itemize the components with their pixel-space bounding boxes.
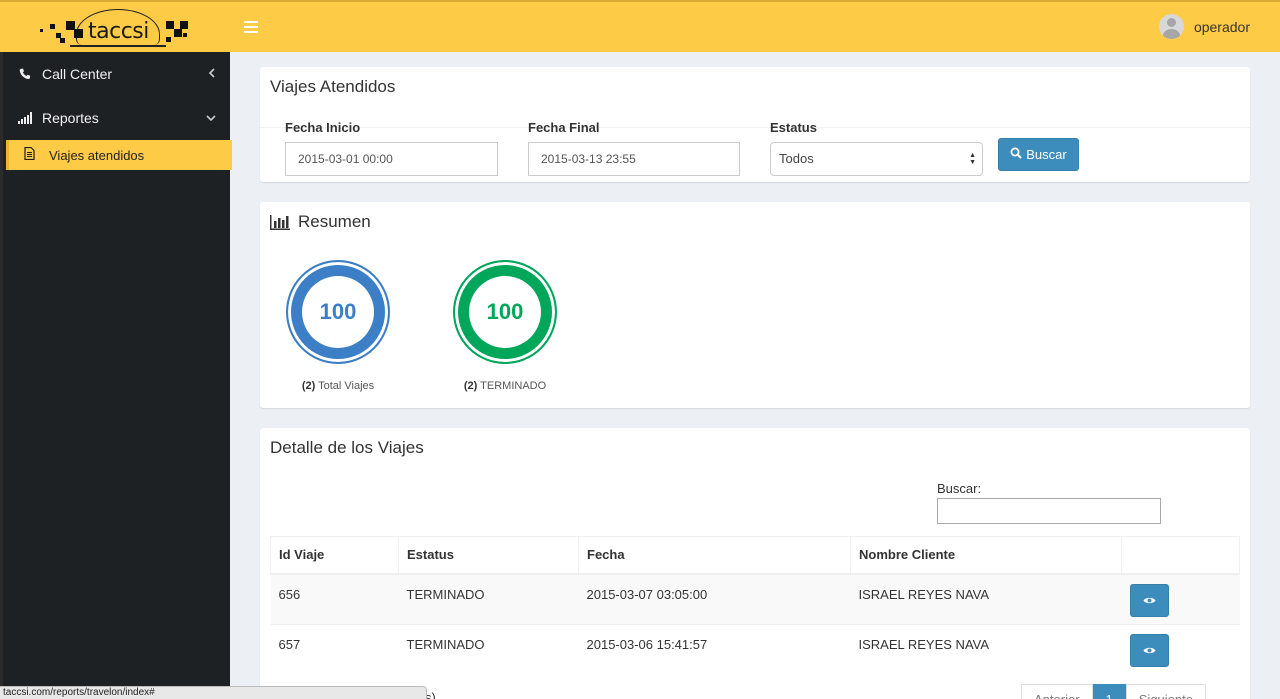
panel-title: Detalle de los Viajes: [270, 438, 424, 457]
sidebar-subitem-label: Viajes atendidos: [49, 147, 145, 163]
sidebar-item-label: Reportes: [42, 110, 99, 126]
trip-id-cell: 657: [270, 624, 399, 676]
search-button[interactable]: Buscar: [998, 138, 1079, 171]
pagination-previous[interactable]: Anterior: [1021, 684, 1093, 699]
gauge-value: 100: [469, 276, 541, 348]
trip-status-cell: TERMINADO: [398, 573, 579, 625]
finished-trips-gauge: 100: [453, 260, 557, 364]
chevron-left-icon: [208, 67, 216, 81]
gauge-value: 100: [302, 276, 374, 348]
gauge-caption: (2) Total Viajes: [301, 380, 375, 392]
column-header: [1121, 536, 1240, 575]
panel-title: Viajes Atendidos: [270, 77, 396, 96]
eye-icon: [1143, 647, 1155, 654]
sidebar-item-viajes-atendidos[interactable]: Viajes atendidos: [6, 140, 232, 170]
table-search-label: Buscar:: [937, 481, 982, 496]
end-date-label: Fecha Final: [528, 120, 600, 135]
pagination-page[interactable]: 1: [1092, 684, 1126, 699]
trip-status-cell: TERMINADO: [398, 624, 579, 676]
trip-client-cell: ISRAEL REYES NAVA: [850, 573, 1122, 625]
avatar: [1158, 14, 1184, 39]
sidebar-item-call-center[interactable]: Call Center: [3, 52, 230, 96]
taccsi-logo[interactable]: taccsi: [0, 2, 230, 52]
status-label: Estatus: [770, 120, 817, 135]
pagination-next[interactable]: Siguiente: [1125, 684, 1206, 699]
document-icon: [24, 146, 40, 163]
trip-date-cell: 2015-03-07 03:05:00: [578, 573, 851, 625]
bar-chart-icon: [270, 215, 290, 230]
gauge-caption: (2) TERMINADO: [463, 380, 547, 392]
user-menu[interactable]: operador: [1158, 14, 1250, 39]
trip-date-cell: 2015-03-06 15:41:57: [578, 624, 851, 676]
filters-panel: Viajes Atendidos Fecha Inicio 2015-03-01…: [260, 67, 1250, 182]
total-trips-gauge: 100: [286, 260, 390, 364]
eye-icon: [1143, 597, 1155, 603]
sidebar-item-reportes[interactable]: Reportes: [3, 96, 230, 140]
pagination: Anterior 1 Siguiente: [1021, 684, 1206, 699]
status-select[interactable]: Todos ▲ ▼: [770, 142, 983, 176]
phone-icon: [17, 66, 33, 82]
end-date-input[interactable]: 2015-03-13 23:55: [528, 142, 740, 176]
start-date-label: Fecha Inicio: [285, 120, 361, 135]
search-button-label: Buscar: [1026, 147, 1067, 162]
table-row: 657 TERMINADO 2015-03-06 15:41:57 ISRAEL…: [270, 624, 1240, 676]
sidebar-item-label: Call Center: [42, 66, 113, 82]
user-name: operador: [1193, 18, 1250, 35]
status-select-value: Todos: [779, 151, 814, 166]
table-search-input[interactable]: [937, 498, 1161, 524]
trips-detail-panel: Detalle de los Viajes Buscar: Id Viaje E…: [260, 428, 1250, 699]
trip-client-cell: ISRAEL REYES NAVA: [850, 624, 1122, 676]
table-header-row: Id Viaje Estatus Fecha Nombre Cliente: [270, 536, 1240, 575]
browser-status-url: taccsi.com/reports/travelon/index#: [0, 686, 427, 699]
table-row: 656 TERMINADO 2015-03-07 03:05:00 ISRAEL…: [270, 573, 1240, 625]
column-header[interactable]: Nombre Cliente: [850, 536, 1122, 575]
top-navbar: taccsi operador: [0, 0, 1280, 52]
column-header[interactable]: Fecha: [578, 536, 851, 575]
logo-text: taccsi: [88, 19, 149, 44]
view-trip-button[interactable]: [1129, 583, 1169, 617]
view-trip-button[interactable]: [1129, 634, 1169, 667]
panel-title: Resumen: [298, 212, 371, 231]
search-icon: [1010, 147, 1022, 162]
menu-toggle-icon[interactable]: [244, 21, 258, 33]
start-date-input[interactable]: 2015-03-01 00:00: [285, 142, 498, 176]
column-header[interactable]: Estatus: [398, 536, 579, 575]
chevron-down-icon: [206, 111, 216, 125]
trip-id-cell: 656: [270, 573, 399, 625]
signal-bars-icon: [17, 110, 33, 126]
trips-table: Id Viaje Estatus Fecha Nombre Cliente 65…: [270, 536, 1240, 676]
select-arrows-icon: ▲ ▼: [969, 152, 976, 166]
summary-panel: Resumen 100 (2) Total Viajes 100 (2) TER…: [260, 202, 1250, 408]
sidebar: Call Center Reportes Viajes atendidos: [0, 52, 232, 699]
column-header[interactable]: Id Viaje: [270, 536, 399, 575]
